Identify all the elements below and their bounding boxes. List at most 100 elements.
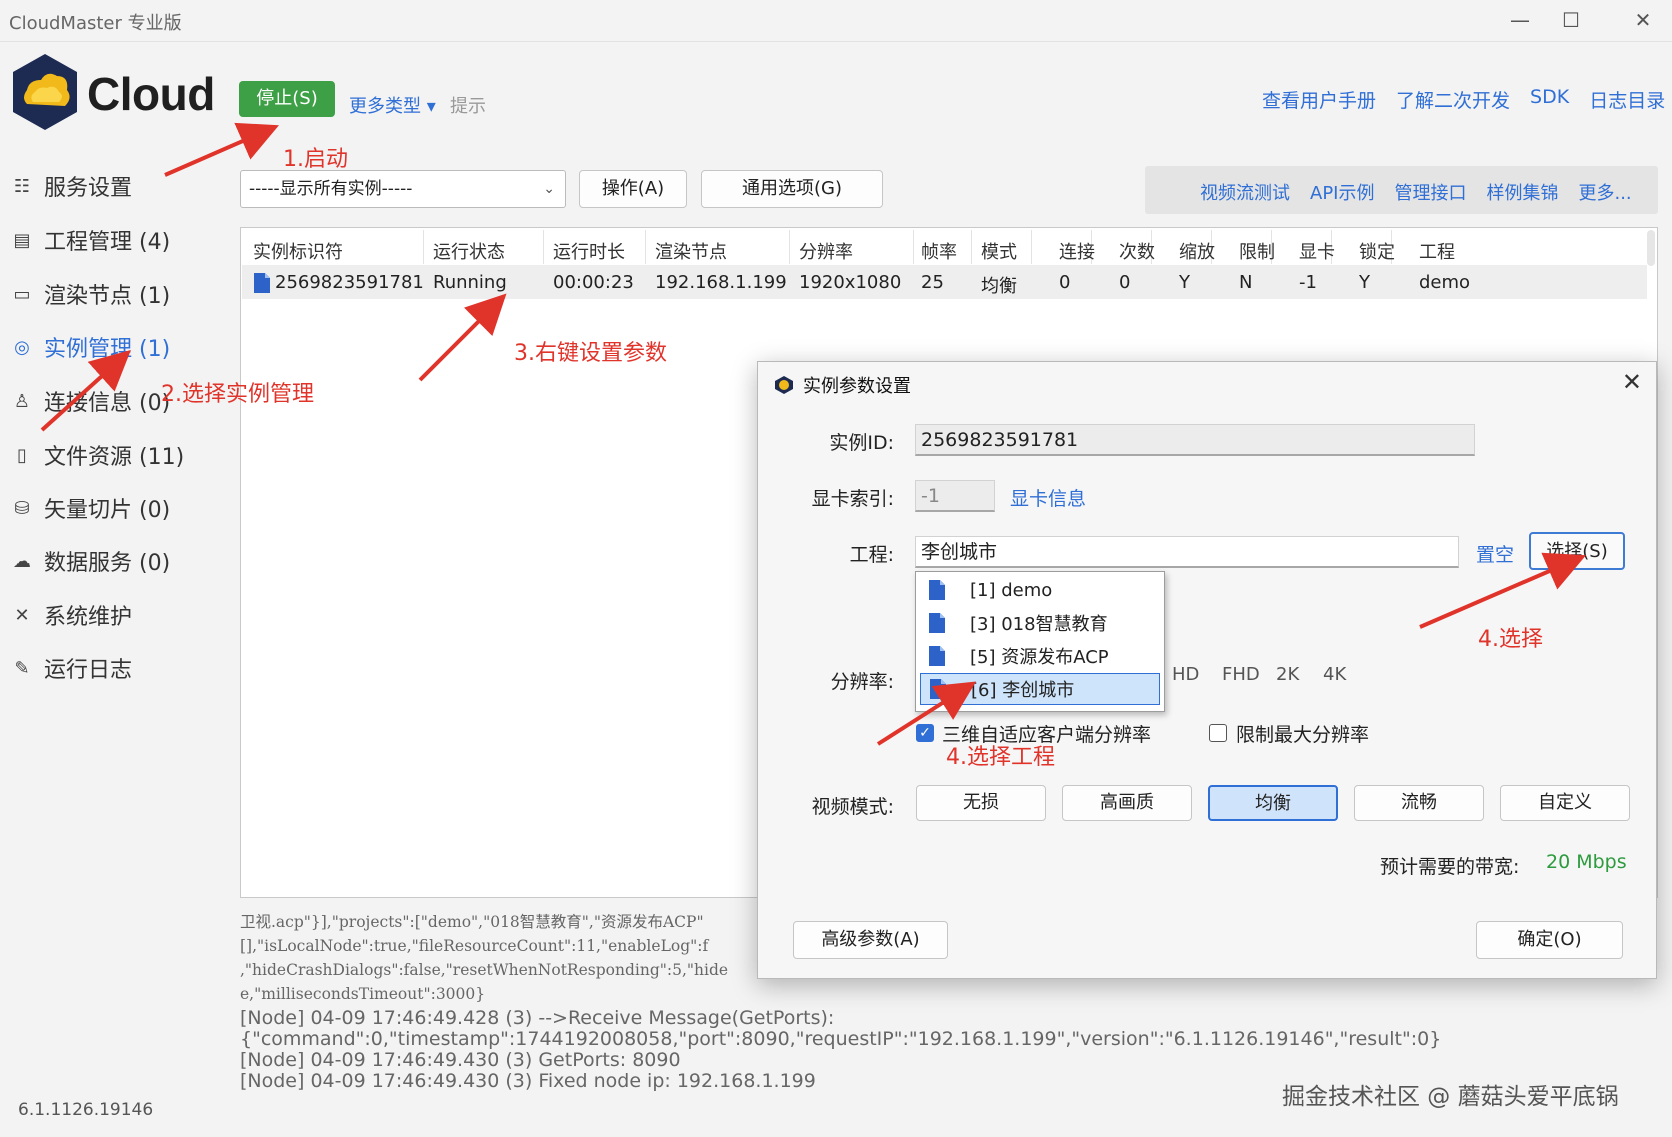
title-bar: CloudMaster 专业版 — ☐ ✕ (0, 0, 1672, 42)
operations-button[interactable]: 操作(A) (579, 170, 687, 208)
column-header[interactable]: 运行状态 (433, 238, 505, 264)
sidebar-item-vector-tiles[interactable]: ⛁ 矢量切片 (0) (10, 492, 170, 524)
secondary-dev-link[interactable]: 了解二次开发 (1396, 86, 1510, 113)
sidebar-item-projects[interactable]: ▤ 工程管理 (4) (10, 224, 170, 256)
cell-scale: Y (1179, 272, 1190, 293)
column-header[interactable]: 渲染节点 (655, 238, 727, 264)
cell-count: 0 (1119, 272, 1131, 293)
project-doc-icon (929, 580, 945, 600)
project-option-selected[interactable]: [6] 李创城市 (920, 673, 1160, 705)
sidebar-item-run-logs[interactable]: ✎ 运行日志 (10, 652, 132, 684)
gpu-index-field[interactable]: -1 (915, 480, 995, 512)
log-line: [Node] 04-09 17:46:49.430 (3) GetPorts: … (240, 1049, 681, 1071)
ok-button[interactable]: 确定(O) (1476, 921, 1623, 959)
api-examples-link[interactable]: API示例 (1310, 179, 1374, 205)
resolution-4k[interactable]: 4K (1323, 664, 1346, 685)
quick-links-bar: 视频流测试 API示例 管理接口 样例集锦 更多... (1145, 166, 1658, 214)
column-header[interactable]: 模式 (981, 238, 1017, 264)
cell-connections: 0 (1059, 272, 1071, 293)
log-line: [Node] 04-09 17:46:49.428 (3) -->Receive… (240, 1007, 835, 1029)
advanced-params-button[interactable]: 高级参数(A) (793, 921, 948, 959)
user-manual-link[interactable]: 查看用户手册 (1262, 86, 1376, 113)
column-header[interactable]: 运行时长 (553, 238, 625, 264)
project-doc-icon (929, 646, 945, 666)
project-option[interactable]: [1] demo (920, 574, 1160, 606)
clear-project-link[interactable]: 置空 (1476, 540, 1514, 567)
project-field[interactable]: 李创城市 (915, 536, 1459, 568)
instance-doc-icon (254, 273, 270, 293)
table-scrollbar[interactable] (1647, 230, 1655, 266)
document-icon: ▤ (13, 229, 31, 251)
maximize-icon[interactable]: ☐ (1551, 4, 1591, 36)
project-option[interactable]: [5] 资源发布ACP (920, 640, 1160, 672)
resolution-2k[interactable]: 2K (1276, 664, 1299, 685)
instance-filter-select[interactable]: -----显示所有实例----- ⌄ (240, 170, 566, 208)
stop-button[interactable]: 停止(S) (239, 81, 335, 117)
column-header[interactable]: 锁定 (1359, 238, 1395, 264)
close-icon[interactable]: ✕ (1622, 368, 1642, 396)
column-header[interactable]: 实例标识符 (253, 238, 343, 264)
log-line: e,"millisecondsTimeout":3000} (240, 985, 486, 1003)
resolution-hd[interactable]: HD (1172, 664, 1199, 685)
sidebar-item-instances[interactable]: ◎ 实例管理 (1) (10, 331, 170, 363)
tools-icon: ✕ (14, 604, 30, 626)
sidebar-item-connections[interactable]: ♙ 连接信息 (0) (10, 385, 170, 417)
resolution-fhd[interactable]: FHD (1222, 664, 1260, 685)
gpu-index-label: 显卡索引: (811, 488, 894, 510)
cloud-service-icon: ☁ (13, 550, 31, 572)
column-header[interactable]: 连接 (1059, 238, 1095, 264)
sidebar-item-service-settings[interactable]: ☷ 服务设置 (10, 170, 132, 202)
sdk-link[interactable]: SDK (1530, 86, 1569, 113)
column-header[interactable]: 工程 (1419, 238, 1455, 264)
samples-link[interactable]: 样例集锦 (1486, 179, 1558, 205)
more-link[interactable]: 更多... (1578, 179, 1631, 205)
column-header[interactable]: 次数 (1119, 238, 1155, 264)
sidebar-item-system-maintenance[interactable]: ✕ 系统维护 (10, 599, 132, 631)
log-line: {"command":0,"timestamp":1744192008058,"… (240, 1028, 1442, 1050)
limit-resolution-checkbox[interactable] (1209, 724, 1227, 742)
sidebar-item-file-resources[interactable]: ▯ 文件资源 (11) (10, 439, 184, 471)
logo-text: Cloud (87, 68, 215, 120)
video-stream-test-link[interactable]: 视频流测试 (1200, 179, 1290, 205)
sidebar-item-render-nodes[interactable]: ▭ 渲染节点 (1) (10, 278, 170, 310)
management-api-link[interactable]: 管理接口 (1394, 179, 1466, 205)
log-directory-link[interactable]: 日志目录 (1589, 86, 1665, 113)
general-options-button[interactable]: 通用选项(G) (701, 170, 883, 208)
mode-custom-button[interactable]: 自定义 (1500, 785, 1630, 821)
column-header[interactable]: 显卡 (1299, 238, 1335, 264)
minimize-icon[interactable]: — (1500, 4, 1540, 36)
cell-instance-id: 2569823591781 (275, 272, 424, 293)
gpu-info-link[interactable]: 显卡信息 (1010, 484, 1086, 511)
mode-high-quality-button[interactable]: 高画质 (1062, 785, 1192, 821)
sidebar-item-data-services[interactable]: ☁ 数据服务 (0) (10, 545, 170, 577)
mode-balanced-button[interactable]: 均衡 (1208, 785, 1338, 821)
window-title: CloudMaster 专业版 (9, 13, 182, 34)
cell-resolution: 1920x1080 (799, 272, 902, 293)
cell-limit: N (1239, 272, 1253, 293)
project-option[interactable]: [3] 018智慧教育 (920, 607, 1160, 639)
mode-smooth-button[interactable]: 流畅 (1354, 785, 1484, 821)
instance-params-dialog: 实例参数设置 ✕ 实例ID: 2569823591781 显卡索引: -1 显卡… (757, 361, 1657, 979)
column-header[interactable]: 缩放 (1179, 238, 1215, 264)
cell-render-node: 192.168.1.199 (655, 272, 787, 293)
column-header[interactable]: 分辨率 (799, 238, 853, 264)
cell-gpu: -1 (1299, 272, 1317, 293)
project-doc-icon (929, 613, 945, 633)
dialog-title: 实例参数设置 (803, 376, 911, 397)
project-label: 工程: (849, 544, 894, 566)
close-icon[interactable]: ✕ (1623, 4, 1663, 36)
choose-project-button[interactable]: 选择(S) (1529, 532, 1625, 570)
file-icon: ▯ (17, 444, 27, 466)
column-header[interactable]: 限制 (1239, 238, 1275, 264)
more-types-dropdown[interactable]: 更多类型 ▾ (349, 92, 436, 118)
arrow-start (164, 122, 279, 177)
cell-uptime: 00:00:23 (553, 272, 634, 293)
mode-lossless-button[interactable]: 无损 (916, 785, 1046, 821)
bandwidth-value: 20 Mbps (1546, 851, 1627, 873)
column-header[interactable]: 帧率 (921, 238, 957, 264)
instance-id-field: 2569823591781 (915, 424, 1475, 456)
cell-fps: 25 (921, 272, 944, 293)
adaptive-resolution-checkbox[interactable]: ✓ (916, 724, 934, 742)
hint-link[interactable]: 提示 (450, 92, 486, 118)
logo-icon (13, 54, 77, 130)
